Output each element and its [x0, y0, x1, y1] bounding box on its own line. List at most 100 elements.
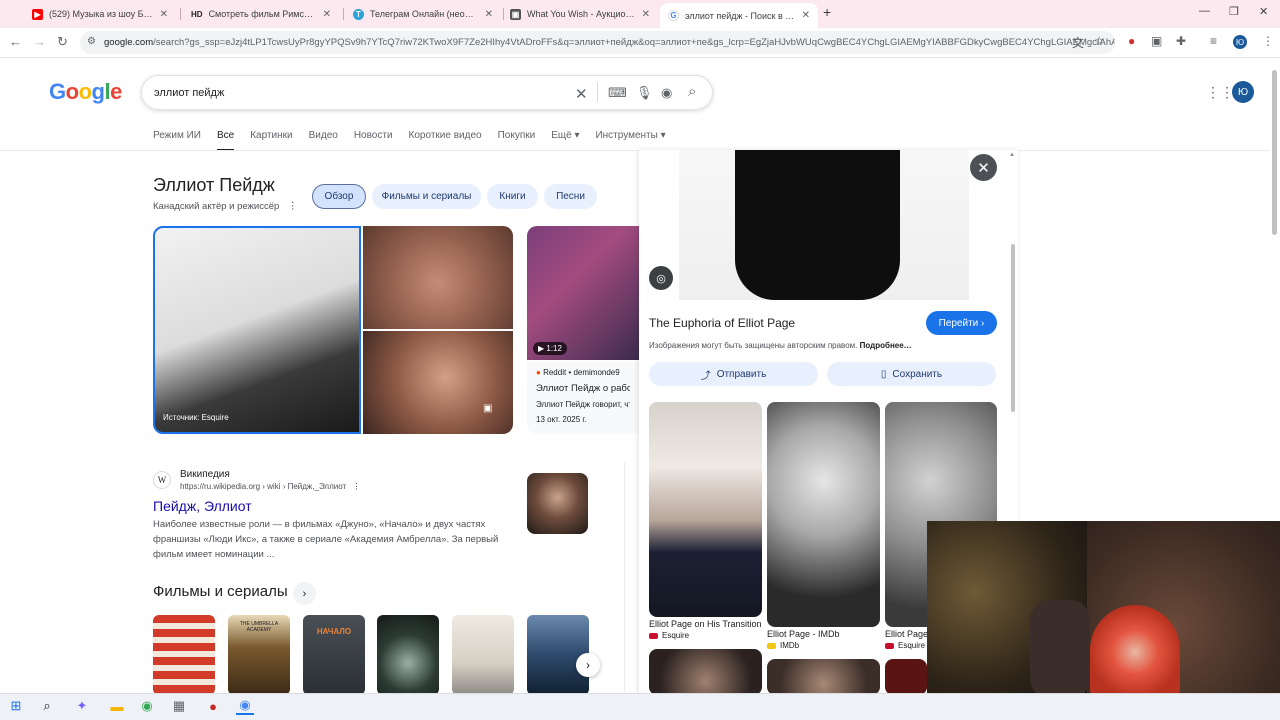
close-window-button[interactable]: ✕ — [1259, 5, 1268, 18]
tab-tools[interactable]: Инструменты ▾ — [595, 130, 665, 151]
tab-ai-mode[interactable]: Режим ИИ — [153, 130, 201, 151]
tab-close-icon[interactable]: ✕ — [802, 10, 810, 21]
films-next-button[interactable]: › — [576, 653, 600, 677]
images-icon[interactable]: ▣ — [483, 403, 498, 418]
camera-search-icon[interactable]: ◉ — [661, 85, 672, 101]
address-bar[interactable]: google.com/search?gs_ssp=eJzj4tLP1TcwsUy… — [80, 31, 1115, 54]
result-thumbnail[interactable] — [527, 473, 588, 534]
tab-more[interactable]: Ещё ▾ — [551, 130, 579, 151]
app-icon[interactable]: ▦ — [170, 697, 188, 715]
film-poster[interactable] — [153, 615, 215, 695]
opera-icon[interactable]: ● — [1128, 34, 1135, 48]
film-poster[interactable] — [452, 615, 514, 695]
chrome-icon[interactable]: ◉ — [138, 697, 156, 715]
tab-images[interactable]: Картинки — [250, 130, 292, 151]
film-poster[interactable]: НАЧАЛО — [303, 615, 365, 695]
more-options-icon[interactable]: ⋮ — [352, 482, 360, 491]
related-image-2[interactable] — [767, 402, 880, 627]
bookmark-star-icon[interactable]: ☆ — [1094, 34, 1105, 48]
wikipedia-icon: W — [153, 471, 171, 489]
back-icon[interactable]: ← — [9, 34, 22, 49]
related-caption-1[interactable]: Elliot Page on His Transition — [649, 619, 762, 629]
related-caption-3[interactable]: Elliot Page — [885, 629, 927, 639]
chip-books[interactable]: Книги — [487, 184, 538, 209]
share-button[interactable]: ⤴ Отправить — [649, 362, 818, 386]
tab-shopping[interactable]: Покупки — [498, 130, 536, 151]
tab-video[interactable]: Видео — [309, 130, 338, 151]
chrome-active-icon[interactable]: ◉ — [236, 697, 254, 715]
tab-short-videos[interactable]: Короткие видео — [409, 130, 482, 151]
site-info-icon[interactable]: ⚙ — [87, 36, 96, 47]
tab-close-icon[interactable]: ✕ — [642, 9, 650, 20]
apps-grid-icon[interactable]: ⋮⋮ — [1206, 84, 1234, 101]
related-image-1[interactable] — [649, 402, 762, 617]
chip-films[interactable]: Фильмы и сериалы — [372, 184, 481, 209]
result-url: https://ru.wikipedia.org › wiki › Пейдж,… — [180, 482, 360, 491]
scroll-up-icon[interactable]: ▲ — [1009, 152, 1015, 158]
search-divider — [597, 82, 598, 102]
film-poster[interactable]: THE UMBRELLA ACADEMY — [228, 615, 290, 695]
photo-3[interactable] — [363, 331, 513, 434]
tab-movie[interactable]: HD Смотреть фильм Римские приключения ✕ — [183, 3, 339, 25]
tab-whatyouwish[interactable]: ▣ What You Wish - Аукционы, вдохновение … — [502, 3, 658, 25]
google-icon: G — [668, 10, 679, 21]
video-thumbnail[interactable] — [527, 226, 639, 360]
translate-icon[interactable]: 文 — [1072, 34, 1084, 51]
search-input[interactable]: эллиот пейдж — [154, 87, 712, 99]
puzzle-icon[interactable]: ✚ — [1176, 34, 1186, 48]
restore-button[interactable]: ❐ — [1229, 5, 1239, 18]
avatar[interactable]: Ю — [1232, 81, 1254, 103]
search-icon[interactable]: ⌕ — [688, 83, 696, 100]
films-heading[interactable]: Фильмы и сериалы — [153, 583, 288, 600]
related-source-text: Esquire — [662, 631, 690, 640]
tab-all[interactable]: Все — [216, 130, 235, 151]
reload-icon[interactable]: ↻ — [57, 34, 68, 50]
minimize-button[interactable]: — — [1199, 5, 1210, 17]
more-options-icon[interactable]: ⋮ — [288, 201, 298, 212]
video-title[interactable]: Эллиот Пейдж о работе — [536, 383, 630, 394]
tab-telegram[interactable]: T Телеграм Онлайн (неофициальный) ✕ — [345, 3, 501, 25]
film-poster[interactable] — [377, 615, 439, 695]
lens-icon[interactable]: ◎ — [649, 266, 673, 290]
save-button[interactable]: ▯ Сохранить — [827, 362, 996, 386]
profile-icon[interactable]: Ю — [1233, 35, 1247, 49]
chip-songs[interactable]: Песни — [544, 184, 597, 209]
search-icon[interactable]: ⌕ — [38, 697, 56, 715]
related-image-6[interactable] — [885, 659, 927, 695]
tab-close-icon[interactable]: ✕ — [160, 9, 168, 20]
page-scrollbar[interactable] — [1272, 70, 1277, 235]
windows-icon[interactable]: ⊞ — [7, 697, 25, 715]
chip-overview[interactable]: Обзор — [312, 184, 366, 209]
visit-button[interactable]: Перейти › — [926, 311, 997, 335]
tab-news[interactable]: Новости — [354, 130, 393, 151]
photo-2[interactable] — [363, 226, 513, 329]
related-caption-2[interactable]: Elliot Page - IMDb — [767, 629, 880, 639]
search-box[interactable]: эллиот пейдж — [141, 75, 713, 110]
tab-google-active[interactable]: G эллиот пейдж - Поиск в Google ✕ — [660, 3, 818, 28]
related-image-4[interactable] — [649, 649, 762, 695]
main-photo[interactable] — [153, 226, 361, 434]
learn-more-link[interactable]: Подробнее… — [860, 341, 912, 350]
browser-icon[interactable]: ● — [204, 697, 222, 715]
related-image-5[interactable] — [767, 659, 880, 695]
close-panel-button[interactable]: ✕ — [970, 154, 997, 181]
menu-icon[interactable]: ⋮ — [1262, 34, 1274, 48]
keyboard-icon[interactable]: ⌨ — [608, 85, 627, 101]
reading-list-icon[interactable]: ≡ — [1210, 34, 1217, 48]
clear-icon[interactable]: ✕ — [575, 85, 588, 103]
files-icon[interactable]: ▬ — [108, 697, 126, 715]
new-tab-button[interactable]: + — [823, 4, 831, 20]
copilot-icon[interactable]: ✦ — [73, 697, 91, 715]
extension-icon[interactable]: ▣ — [1151, 34, 1162, 48]
tab-close-icon[interactable]: ✕ — [485, 9, 493, 20]
google-logo[interactable]: Google — [49, 79, 122, 105]
forward-icon[interactable]: → — [33, 34, 46, 49]
microphone-icon[interactable]: 🎙 — [636, 85, 653, 101]
preview-title[interactable]: The Euphoria of Elliot Page — [649, 316, 795, 330]
tab-close-icon[interactable]: ✕ — [323, 9, 331, 20]
tab-youtube[interactable]: ▶ (529) Музыка из шоу Бенни Хилла ✕ — [24, 3, 176, 25]
films-arrow-icon[interactable]: › — [293, 582, 316, 605]
result-title[interactable]: Пейдж, Эллиот — [153, 498, 252, 514]
panel-scrollbar[interactable] — [1011, 244, 1015, 412]
video-card[interactable]: ● Reddit • demimonde9 Эллиот Пейдж о раб… — [527, 362, 639, 434]
